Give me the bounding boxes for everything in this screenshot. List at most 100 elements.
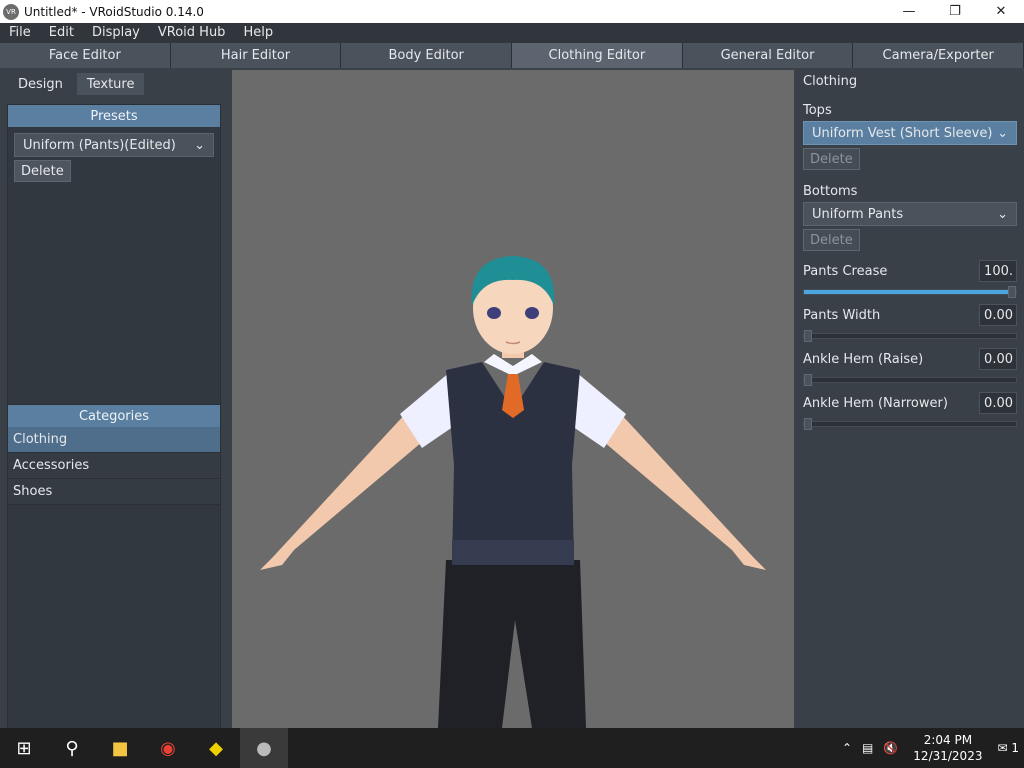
vroid-logo-icon: VR	[3, 3, 19, 20]
right-panel: Clothing Tops Uniform Vest (Short Sleeve…	[796, 70, 1024, 728]
tab-face-editor[interactable]: Face Editor	[0, 43, 171, 68]
menu-vroid-hub[interactable]: VRoid Hub	[149, 23, 235, 43]
bottoms-label: Bottoms	[803, 184, 858, 199]
tab-general-editor[interactable]: General Editor	[682, 43, 854, 68]
clock[interactable]: 2:04 PM 12/31/2023	[903, 732, 992, 764]
slider-value-input[interactable]: 100.	[979, 260, 1017, 282]
system-tray: ⌃ ▤ 🔇 2:04 PM 12/31/2023 ✉ 1	[837, 728, 1024, 768]
character-model	[260, 256, 766, 728]
minimize-icon: —	[902, 4, 916, 19]
menu-file[interactable]: File	[0, 23, 40, 43]
menu-edit[interactable]: Edit	[40, 23, 83, 43]
close-icon: ✕	[995, 4, 1007, 19]
maximize-icon: ❐	[949, 4, 961, 19]
slider-track[interactable]	[803, 418, 1017, 430]
slider-handle[interactable]	[804, 330, 812, 342]
minimize-button[interactable]: —	[886, 0, 932, 23]
volume-muted-icon[interactable]: 🔇	[878, 741, 903, 755]
tab-hair-editor[interactable]: Hair Editor	[170, 43, 342, 68]
preset-dropdown[interactable]: Uniform (Pants)(Edited) ⌄	[14, 133, 214, 157]
preset-delete-button[interactable]: Delete	[14, 160, 71, 182]
notification-icon: ✉	[997, 741, 1008, 755]
slider-value-input[interactable]: 0.00	[979, 392, 1017, 414]
slider-handle[interactable]	[1008, 286, 1016, 298]
slider-track[interactable]	[803, 330, 1017, 342]
slider-pants-width: Pants Width 0.00	[803, 303, 1017, 342]
category-clothing[interactable]: Clothing	[8, 427, 220, 453]
preset-selected: Uniform (Pants)(Edited)	[23, 137, 176, 153]
notifications-button[interactable]: ✉ 1	[992, 741, 1024, 755]
editor-tabs: Face Editor Hair Editor Body Editor Clot…	[0, 43, 1024, 68]
3d-viewport[interactable]	[232, 70, 794, 728]
tops-label: Tops	[803, 103, 832, 118]
slider-label: Pants Width	[803, 307, 881, 323]
search-button[interactable]: ⚲	[48, 728, 96, 768]
chrome-button[interactable]: ◉	[144, 728, 192, 768]
menu-help[interactable]: Help	[234, 23, 282, 43]
window-title: Untitled* - VRoidStudio 0.14.0	[24, 4, 204, 19]
left-arm	[260, 412, 422, 570]
vroid-studio-icon: ●	[256, 737, 272, 759]
chevron-up-icon[interactable]: ⌃	[837, 741, 857, 755]
notification-count: 1	[1011, 741, 1019, 755]
network-icon[interactable]: ▤	[857, 741, 878, 755]
slider-handle[interactable]	[804, 418, 812, 430]
menu-bar: File Edit Display VRoid Hub Help	[0, 23, 1024, 43]
bottoms-delete-button[interactable]: Delete	[803, 229, 860, 251]
chrome-icon: ◉	[160, 737, 176, 759]
slider-track[interactable]	[803, 286, 1017, 298]
tie	[502, 374, 524, 418]
slider-label: Pants Crease	[803, 263, 888, 279]
slider-ankle-hem-narrower: Ankle Hem (Narrower) 0.00	[803, 391, 1017, 430]
chevron-down-icon: ⌄	[997, 125, 1008, 141]
tab-body-editor[interactable]: Body Editor	[341, 43, 513, 68]
tab-clothing-editor[interactable]: Clothing Editor	[512, 43, 683, 68]
vroid-hub-icon: ◆	[209, 737, 223, 759]
window-controls: — ❐ ✕	[886, 0, 1024, 23]
slider-fill	[804, 290, 1016, 294]
clothing-title: Clothing	[803, 74, 858, 89]
maximize-button[interactable]: ❐	[932, 0, 978, 23]
categories-section: Categories Clothing Accessories Shoes	[7, 404, 221, 768]
categories-header: Categories	[8, 405, 220, 427]
tops-delete-button[interactable]: Delete	[803, 148, 860, 170]
clock-date: 12/31/2023	[913, 749, 983, 763]
chevron-down-icon: ⌄	[194, 137, 205, 153]
bottoms-dropdown[interactable]: Uniform Pants ⌄	[803, 202, 1017, 226]
tab-design[interactable]: Design	[8, 73, 73, 95]
close-button[interactable]: ✕	[978, 0, 1024, 23]
bottoms-selected: Uniform Pants	[812, 206, 904, 222]
tab-camera-exporter[interactable]: Camera/Exporter	[853, 43, 1024, 68]
slider-ankle-hem-raise: Ankle Hem (Raise) 0.00	[803, 347, 1017, 386]
category-shoes[interactable]: Shoes	[8, 479, 220, 505]
slider-handle[interactable]	[804, 374, 812, 386]
slider-label: Ankle Hem (Narrower)	[803, 395, 948, 411]
file-explorer-button[interactable]: ■	[96, 728, 144, 768]
menu-display[interactable]: Display	[83, 23, 149, 43]
vroid-studio-button[interactable]: ●	[240, 728, 288, 768]
slider-label: Ankle Hem (Raise)	[803, 351, 924, 367]
tops-selected: Uniform Vest (Short Sleeve)	[812, 125, 993, 141]
chevron-down-icon: ⌄	[997, 206, 1008, 222]
tab-texture[interactable]: Texture	[76, 73, 145, 95]
presets-header: Presets	[8, 105, 220, 127]
right-eye	[525, 307, 539, 319]
slider-value-input[interactable]: 0.00	[979, 348, 1017, 370]
file-explorer-icon: ■	[111, 737, 129, 759]
clock-time: 2:04 PM	[923, 733, 973, 747]
category-accessories[interactable]: Accessories	[8, 453, 220, 479]
taskbar: ⊞ ⚲ ■ ◉ ◆ ● ⌃ ▤ 🔇 2:04 PM 12/31/2023 ✉ 1	[0, 728, 1024, 768]
search-icon: ⚲	[65, 737, 79, 759]
tops-dropdown[interactable]: Uniform Vest (Short Sleeve) ⌄	[803, 121, 1017, 145]
pants	[438, 560, 586, 728]
vest-hem	[452, 540, 574, 565]
right-arm	[604, 412, 766, 570]
vroid-hub-button[interactable]: ◆	[192, 728, 240, 768]
slider-track[interactable]	[803, 374, 1017, 386]
title-bar: VR Untitled* - VRoidStudio 0.14.0 — ❐ ✕	[0, 0, 1024, 23]
slider-value-input[interactable]: 0.00	[979, 304, 1017, 326]
design-texture-tabs: Design Texture	[0, 70, 230, 95]
slider-pants-crease: Pants Crease 100.	[803, 259, 1017, 298]
windows-start-button[interactable]: ⊞	[0, 728, 48, 768]
left-eye	[487, 307, 501, 319]
